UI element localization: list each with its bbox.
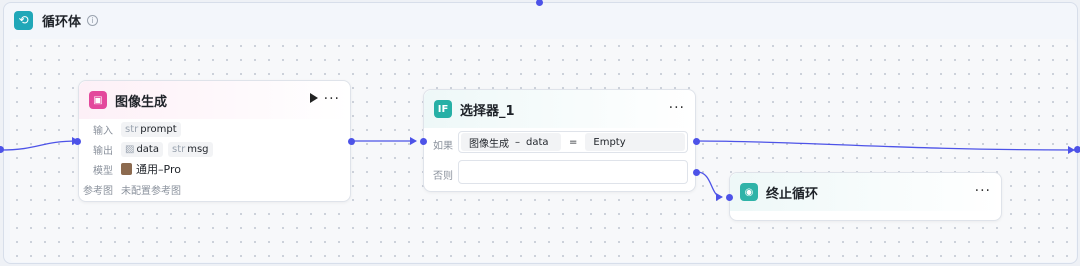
if-icon: IF (434, 100, 452, 118)
condition-var: data (526, 136, 549, 148)
image-out-port[interactable] (348, 138, 355, 145)
selector-else-port[interactable] (693, 169, 700, 176)
selector-in-port[interactable] (420, 138, 427, 145)
model-row: 模型 通用–Pro (79, 159, 350, 179)
output-row: 输出 ▨ data str msg (79, 139, 350, 159)
stop-loop-node[interactable]: ◉ 终止循环 ··· (729, 172, 1002, 221)
selector-node-header: IF 选择器_1 ··· (424, 90, 695, 128)
selector-if-port[interactable] (693, 138, 700, 145)
output-label: 输出 (93, 145, 113, 157)
image-node-title: 图像生成 (115, 94, 168, 110)
stop-in-port[interactable] (726, 194, 733, 201)
wire-else-to-stop (696, 171, 723, 198)
ref-label: 参考图 (83, 185, 113, 197)
if-label: 如果 (433, 141, 453, 152)
else-label: 否则 (433, 171, 453, 182)
image-icon: ▣ (89, 91, 107, 109)
condition-box[interactable]: 图像生成 – data = Empty (458, 131, 688, 153)
arrow-stop (716, 193, 723, 201)
model-avatar-icon (121, 163, 132, 175)
model-value: 通用–Pro (136, 163, 181, 176)
selector-node[interactable]: IF 选择器_1 ··· 如果 图像生成 – data = Empty 否则 (423, 89, 696, 192)
output-tag-msg: str msg (167, 141, 213, 157)
exit-port[interactable] (1074, 146, 1080, 153)
ref-row: 参考图 未配置参考图 (79, 179, 350, 199)
stop-node-title: 终止循环 (766, 186, 819, 202)
output-tag-data: ▨ data (121, 141, 163, 157)
model-label: 模型 (93, 165, 113, 177)
condition-left-pill[interactable]: 图像生成 – data (461, 133, 561, 151)
image-in-port[interactable] (74, 138, 81, 145)
else-box[interactable] (458, 160, 688, 184)
condition-right: Empty (593, 136, 626, 148)
more-icon[interactable]: ··· (669, 100, 685, 116)
image-node-header: ▣ 图像生成 ··· (79, 81, 350, 119)
selector-node-title: 选择器_1 (460, 103, 515, 119)
ref-value: 未配置参考图 (121, 185, 181, 197)
image-generation-node[interactable]: ▣ 图像生成 ··· 输入 str prompt 输出 ▨ data str msg … (78, 80, 351, 202)
condition-right-pill[interactable]: Empty (585, 133, 686, 151)
arrow-selector (410, 137, 417, 145)
more-icon[interactable]: ··· (324, 91, 340, 107)
wire-if-to-exit (696, 140, 1076, 151)
input-tag: str prompt (121, 121, 181, 137)
run-icon[interactable] (310, 93, 318, 103)
condition-node: 图像生成 (469, 138, 509, 150)
input-row: 输入 str prompt (79, 119, 350, 139)
condition-operator[interactable]: = (569, 137, 577, 148)
input-label: 输入 (93, 125, 113, 137)
stop-icon: ◉ (740, 183, 758, 201)
stop-node-header: ◉ 终止循环 ··· (730, 173, 1001, 211)
wire-entry-to-image (0, 140, 79, 151)
workflow-canvas-root: ⟲ 循环体 i ▣ 图像生成 ··· 输入 str prompt 输出 ▨ da… (0, 0, 1080, 266)
more-icon[interactable]: ··· (975, 183, 991, 199)
image-type-icon: ▨ (125, 143, 135, 155)
